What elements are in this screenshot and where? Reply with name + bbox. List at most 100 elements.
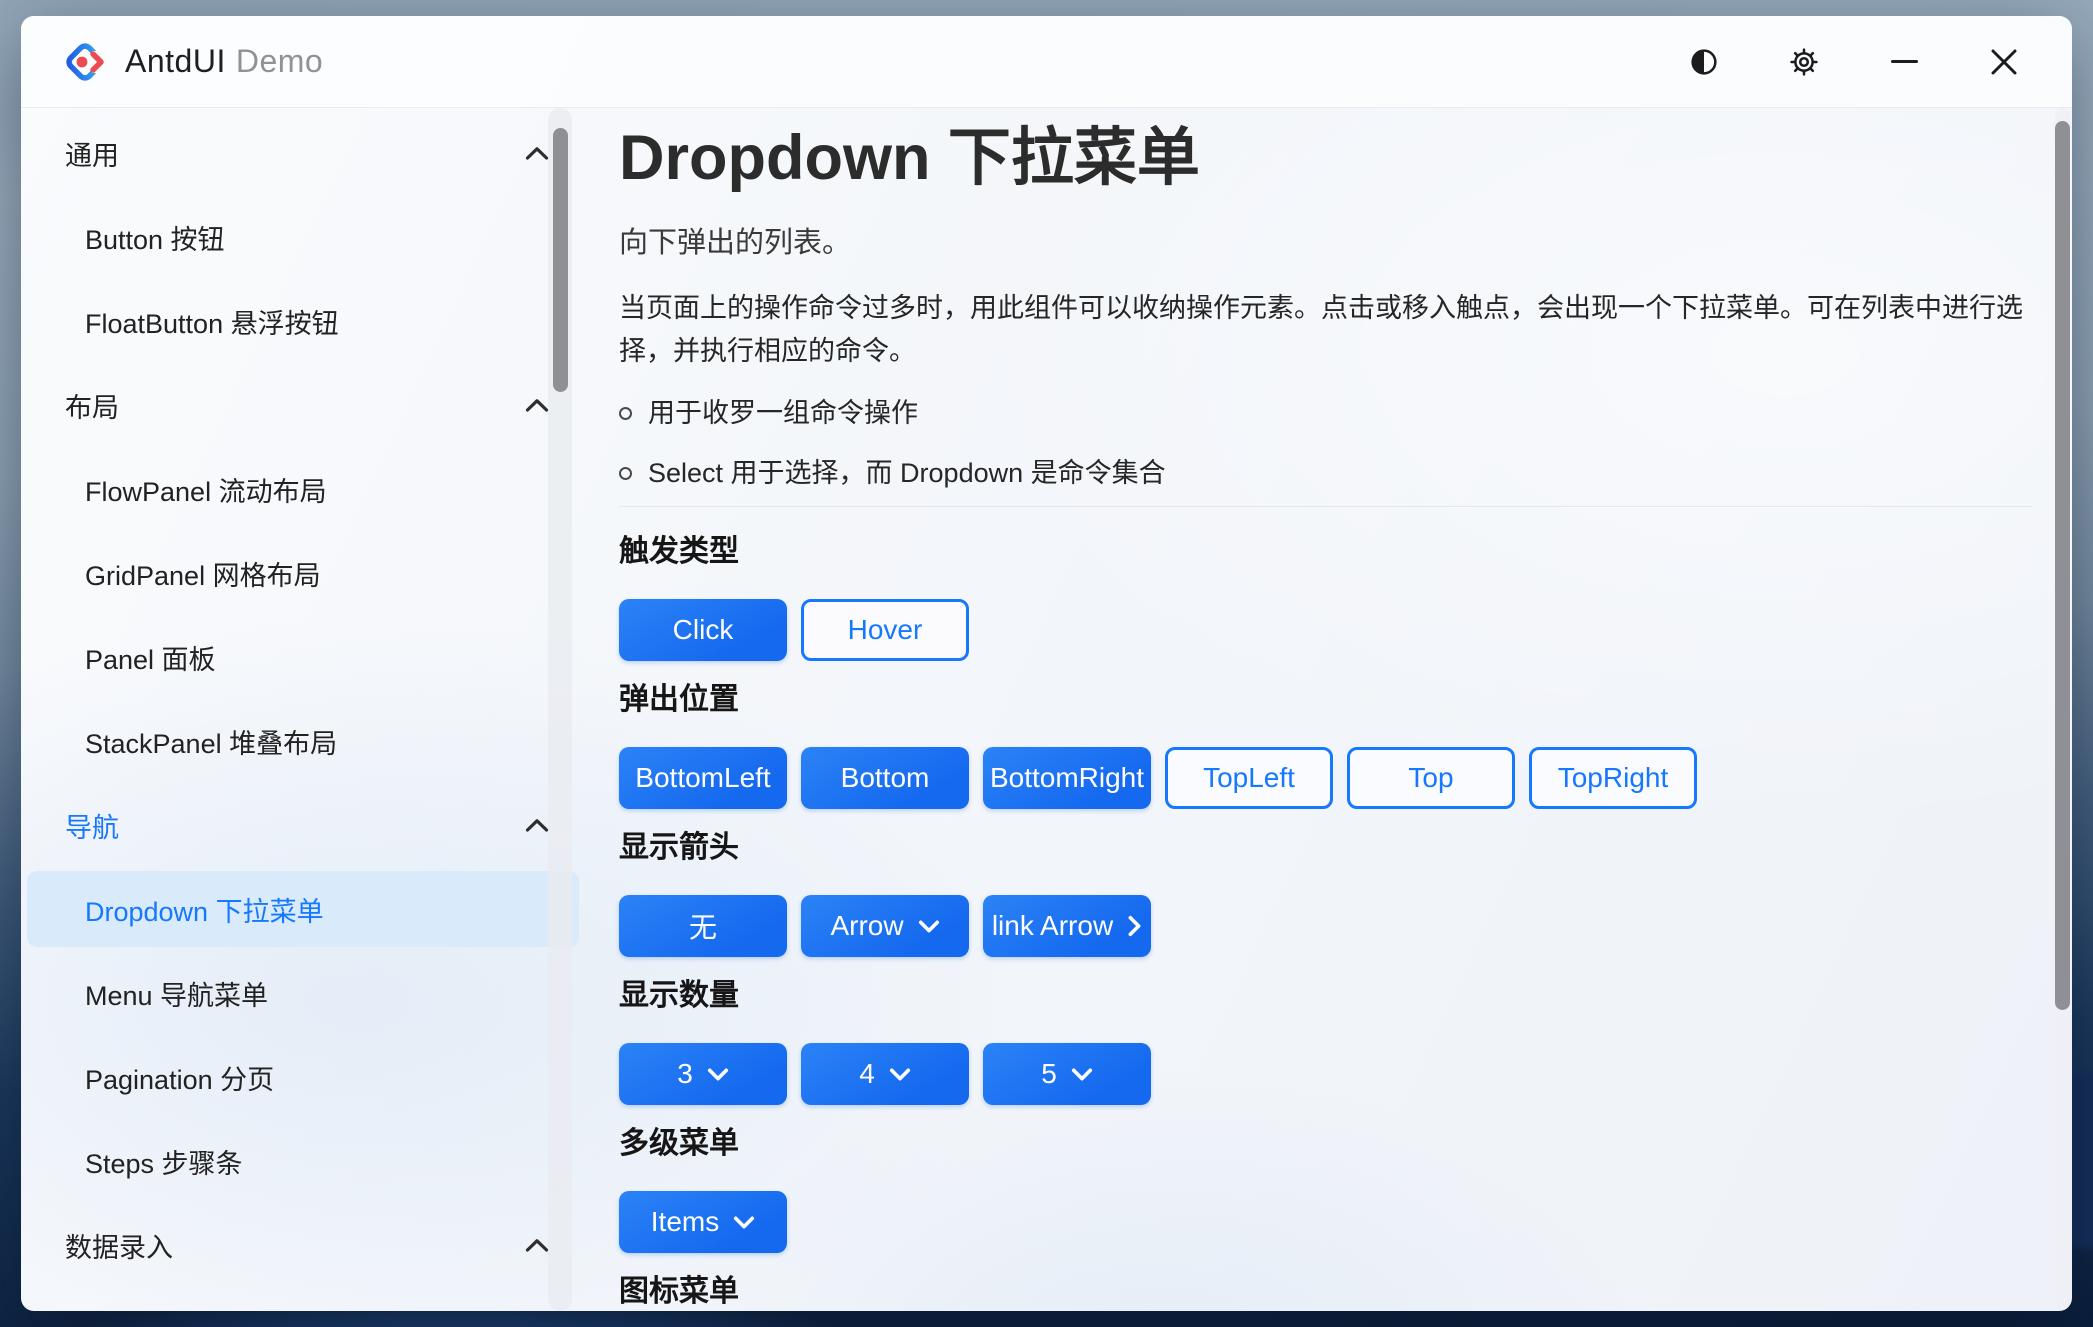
chevron-right-icon [1127, 915, 1142, 937]
settings-gear-icon[interactable] [1782, 40, 1826, 84]
section-heading: 触发类型 [619, 533, 2032, 571]
chevron-down-icon [918, 919, 940, 934]
sidebar-item-label: FlowPanel 流动布局 [85, 470, 327, 509]
section-heading: 图标菜单 [619, 1273, 2032, 1311]
demo-button-arrow[interactable]: Arrow [801, 895, 969, 957]
demo-button-5[interactable]: 5 [983, 1043, 1151, 1105]
section-heading: 弹出位置 [619, 681, 2032, 719]
sidebar-group-layout[interactable]: 布局 [27, 367, 579, 443]
bullet-item: Select 用于选择，而 Dropdown 是命令集合 [619, 459, 2032, 487]
app-title: AntdUIDemo [125, 43, 323, 80]
section-heading: 显示数量 [619, 977, 2032, 1015]
demo-button-label: 5 [1041, 1058, 1057, 1090]
demo-button-label: TopLeft [1203, 762, 1295, 794]
sidebar-scrollbar-thumb[interactable] [553, 128, 568, 392]
sidebar-item-label: Panel 面板 [85, 638, 216, 677]
chevron-down-icon [707, 1067, 729, 1082]
demo-button-label: 4 [859, 1058, 875, 1090]
sidebar-item-label: Steps 步骤条 [85, 1142, 243, 1181]
demo-button-hover[interactable]: Hover [801, 599, 969, 661]
section-heading: 多级菜单 [619, 1125, 2032, 1163]
bullet-item: 用于收罗一组命令操作 [619, 399, 2032, 427]
demo-button-row: Items [619, 1191, 2032, 1253]
demo-button-row: 无 Arrow link Arrow [619, 895, 2032, 957]
sidebar-nav: 通用 Button 按钮 FloatButton 悬浮按钮布局 FlowPanel 流… [21, 108, 583, 1311]
theme-contrast-icon[interactable] [1682, 40, 1726, 84]
demo-button-label: Hover [848, 614, 923, 646]
demo-button-bottomleft[interactable]: BottomLeft [619, 747, 787, 809]
titlebar: AntdUIDemo [21, 16, 2072, 108]
section-divider [619, 506, 2032, 507]
app-logo-icon [61, 38, 109, 86]
sidebar-item-label: FloatButton 悬浮按钮 [85, 302, 339, 341]
sidebar-item-label: StackPanel 堆叠布局 [85, 722, 337, 761]
demo-button-label: Bottom [841, 762, 930, 794]
sidebar-group-navigation[interactable]: 导航 [27, 787, 579, 863]
sidebar-item-steps[interactable]: Steps 步骤条 [27, 1123, 579, 1199]
page-description: 当页面上的操作命令过多时，用此组件可以收纳操作元素。点击或移入触点，会出现一个下… [619, 287, 2032, 373]
app-title-suffix: Demo [236, 43, 323, 79]
demo-button-label: Click [673, 614, 734, 646]
demo-button-label: TopRight [1558, 762, 1669, 794]
bullet-circle-icon [619, 467, 632, 480]
window-body: 通用 Button 按钮 FloatButton 悬浮按钮布局 FlowPanel 流… [21, 108, 2072, 1311]
chevron-down-icon [733, 1215, 755, 1230]
titlebar-actions [1682, 40, 2072, 84]
bullet-circle-icon [619, 407, 632, 420]
demo-button-label: 无 [689, 906, 717, 946]
demo-button-top[interactable]: Top [1347, 747, 1515, 809]
chevron-down-icon [889, 1067, 911, 1082]
demo-button-label: BottomLeft [635, 762, 770, 794]
demo-button-label: Items [651, 1206, 719, 1238]
demo-button-row: Click Hover [619, 599, 2032, 661]
sidebar-group-label: 布局 [65, 386, 119, 425]
chevron-up-icon [525, 818, 549, 833]
sidebar-item-gridpanel[interactable]: GridPanel 网格布局 [27, 535, 579, 611]
chevron-up-icon [525, 1238, 549, 1253]
demo-button-label: link Arrow [992, 910, 1113, 942]
demo-button-row: BottomLeft Bottom BottomRight TopLeft Top Top… [619, 747, 2032, 809]
app-window: AntdUIDemo [21, 16, 2072, 1311]
demo-button-bottomright[interactable]: BottomRight [983, 747, 1151, 809]
app-brand: AntdUIDemo [21, 38, 323, 86]
sidebar-item-dropdown[interactable]: Dropdown 下拉菜单 [27, 871, 579, 947]
demo-button-topleft[interactable]: TopLeft [1165, 747, 1333, 809]
demo-button-label: Top [1408, 762, 1453, 794]
sidebar-item-label: GridPanel 网格布局 [85, 554, 321, 593]
sidebar-item-menu[interactable]: Menu 导航菜单 [27, 955, 579, 1031]
main-content: Dropdown 下拉菜单 向下弹出的列表。 当页面上的操作命令过多时，用此组件… [598, 108, 2032, 1311]
demo-button-click[interactable]: Click [619, 599, 787, 661]
section-heading: 显示箭头 [619, 829, 2032, 867]
demo-button-label: 3 [677, 1058, 693, 1090]
chevron-down-icon [1071, 1067, 1093, 1082]
sidebar-item-pagination[interactable]: Pagination 分页 [27, 1039, 579, 1115]
sidebar-item-stackpanel[interactable]: StackPanel 堆叠布局 [27, 703, 579, 779]
sidebar-item-flowpanel[interactable]: FlowPanel 流动布局 [27, 451, 579, 527]
sidebar-group-label: 通用 [65, 134, 119, 173]
demo-button-3[interactable]: 3 [619, 1043, 787, 1105]
close-icon[interactable] [1982, 40, 2026, 84]
sidebar-item-label: Dropdown 下拉菜单 [85, 890, 324, 929]
demo-button-无[interactable]: 无 [619, 895, 787, 957]
sidebar-item-button[interactable]: Button 按钮 [27, 199, 579, 275]
demo-button-4[interactable]: 4 [801, 1043, 969, 1105]
sidebar-item-label: Pagination 分页 [85, 1058, 274, 1097]
demo-button-topright[interactable]: TopRight [1529, 747, 1697, 809]
sidebar-item-panel[interactable]: Panel 面板 [27, 619, 579, 695]
demo-button-bottom[interactable]: Bottom [801, 747, 969, 809]
chevron-up-icon [525, 398, 549, 413]
sidebar-group-general[interactable]: 通用 [27, 115, 579, 191]
sidebar-item-floatbutton[interactable]: FloatButton 悬浮按钮 [27, 283, 579, 359]
sidebar-group-data-entry[interactable]: 数据录入 [27, 1207, 579, 1283]
sidebar-item-label: Button 按钮 [85, 218, 225, 257]
demo-button-items[interactable]: Items [619, 1191, 787, 1253]
demo-button-link-arrow[interactable]: link Arrow [983, 895, 1151, 957]
demo-button-row: 3 4 5 [619, 1043, 2032, 1105]
chevron-up-icon [525, 146, 549, 161]
demo-button-label: Arrow [830, 910, 903, 942]
page-subtitle: 向下弹出的列表。 [619, 219, 2032, 261]
sidebar-group-label: 导航 [65, 806, 119, 845]
main-scrollbar-thumb[interactable] [2055, 121, 2070, 1010]
minimize-icon[interactable] [1882, 40, 1926, 84]
sidebar-group-label: 数据录入 [65, 1226, 173, 1265]
